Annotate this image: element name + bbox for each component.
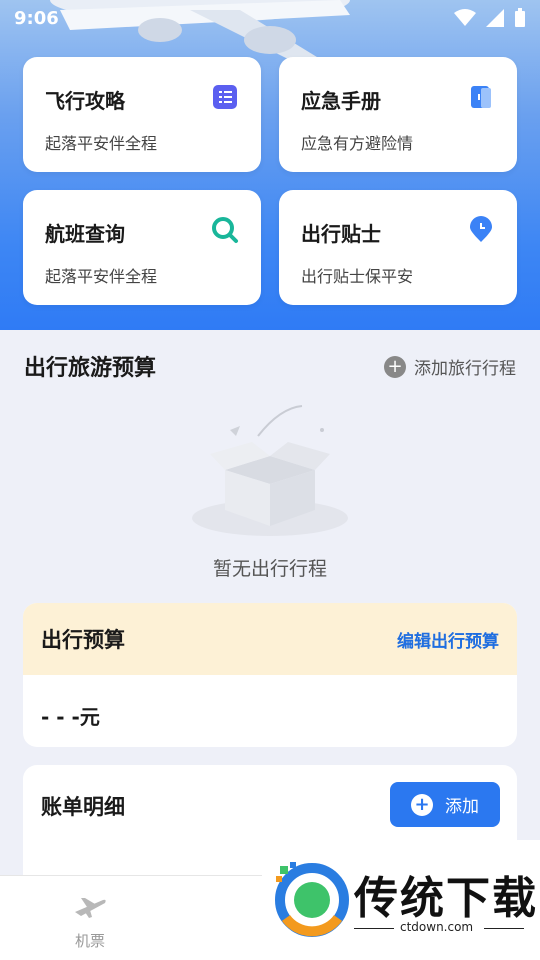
add-trip-label: 添加旅行行程 (414, 359, 516, 379)
plus-circle-icon: + (411, 793, 433, 816)
card-title: 飞行攻略 (45, 89, 125, 113)
watermark-divider (354, 928, 394, 929)
budget-card: 出行预算 编辑出行预算 - - -元 (23, 603, 517, 747)
signal-icon (486, 9, 504, 27)
watermark-logo (275, 862, 349, 937)
card-subtitle: 起落平安伴全程 (45, 134, 158, 153)
battery-icon (515, 8, 525, 27)
book-icon (471, 86, 491, 108)
plus-circle-icon: + (384, 355, 406, 378)
document-icon (213, 85, 237, 109)
card-title: 应急手册 (301, 89, 381, 113)
watermark-divider (484, 928, 524, 929)
empty-box-illustration (192, 405, 348, 536)
status-icons (454, 8, 526, 28)
watermark: 传统下载 ctdown.com (262, 840, 540, 960)
budget-header: 出行预算 编辑出行预算 (23, 603, 517, 675)
nav-label: 机票 (74, 932, 105, 950)
empty-trip-text: 暂无出行行程 (212, 558, 327, 580)
card-travel-tips[interactable]: 出行贴士 出行贴士保平安 (279, 190, 517, 305)
watermark-url: ctdown.com (400, 920, 474, 934)
card-flight-guide[interactable]: 飞行攻略 起落平安伴全程 (23, 57, 261, 172)
trip-section-title: 出行旅游预算 (24, 356, 157, 381)
add-trip-button[interactable]: + 添加旅行行程 (384, 354, 516, 379)
card-subtitle: 应急有方避险情 (301, 134, 414, 153)
watermark-brand: 传统下载 (354, 873, 538, 924)
wifi-icon (454, 9, 476, 26)
add-bill-button[interactable]: + 添加 (390, 782, 500, 827)
card-title: 出行贴士 (301, 222, 381, 246)
nav-item-tickets[interactable]: 机票 (35, 876, 145, 960)
card-flight-search[interactable]: 航班查询 起落平安伴全程 (23, 190, 261, 305)
card-subtitle: 出行贴士保平安 (301, 267, 414, 286)
status-bar: 9:06 (0, 0, 540, 36)
card-emergency-manual[interactable]: 应急手册 应急有方避险情 (279, 57, 517, 172)
budget-value: - - -元 (41, 705, 100, 729)
add-bill-label: 添加 (445, 797, 479, 817)
airplane-icon (75, 898, 106, 918)
card-subtitle: 起落平安伴全程 (45, 267, 158, 286)
search-icon (212, 217, 238, 243)
bills-title: 账单明细 (41, 795, 125, 819)
card-title: 航班查询 (45, 222, 125, 246)
status-time: 9:06 (14, 7, 59, 29)
location-pin-icon (470, 216, 492, 242)
edit-budget-link[interactable]: 编辑出行预算 (397, 627, 499, 652)
budget-title: 出行预算 (41, 628, 125, 652)
